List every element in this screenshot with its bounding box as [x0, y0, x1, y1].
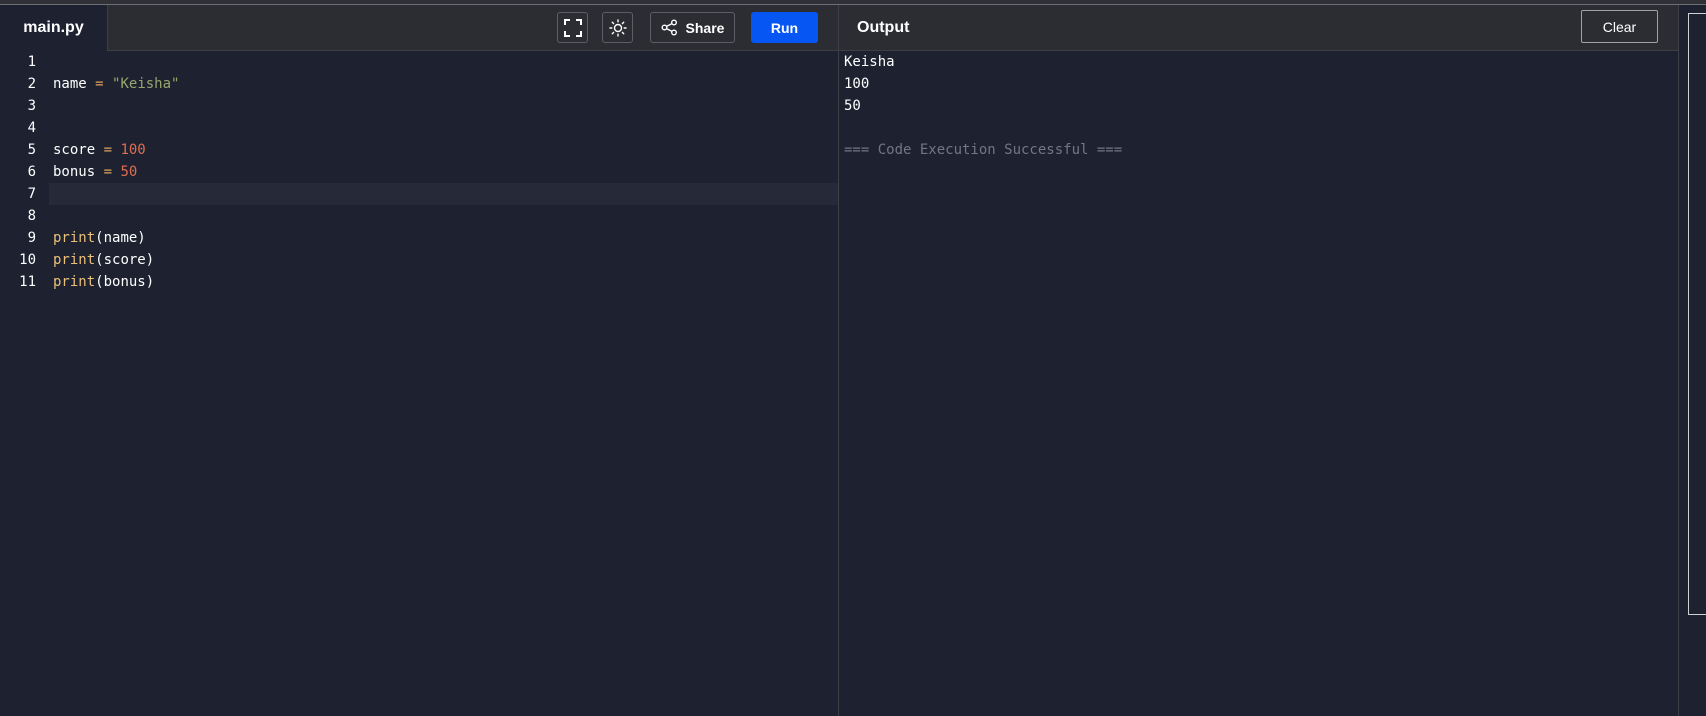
share-icon — [661, 19, 677, 36]
code-text: print(bonus) — [53, 271, 154, 293]
line-number: 3 — [27, 98, 36, 114]
code-token: 100 — [120, 142, 146, 158]
file-tab-main-py[interactable]: main.py — [0, 5, 108, 51]
output-toolbar: Output Clear — [839, 5, 1678, 51]
share-label: Share — [685, 19, 725, 36]
code-line[interactable]: 1 — [0, 51, 838, 73]
code-text: score = 100 — [53, 139, 146, 161]
code-text: bonus = 50 — [53, 161, 137, 183]
code-text: print(score) — [53, 249, 154, 271]
theme-toggle-button[interactable] — [602, 12, 633, 43]
line-number: 10 — [19, 252, 36, 268]
code-line[interactable]: 8 — [0, 205, 838, 227]
code-line[interactable]: 6 bonus = 50 — [0, 161, 838, 183]
code-line[interactable]: 5 score = 100 — [0, 139, 838, 161]
code-token: (name) — [95, 230, 146, 246]
code-text: print(name) — [53, 227, 146, 249]
output-line: Keisha — [844, 54, 895, 70]
line-number: 11 — [19, 274, 36, 290]
line-number: 2 — [27, 76, 36, 92]
code-token: = — [103, 142, 113, 158]
code-token: (bonus) — [95, 274, 155, 290]
code-line[interactable]: 10 print(score) — [0, 249, 838, 271]
compiler-workspace: main.py Share Run 1 2 name = "Keisha" 3 … — [0, 5, 1706, 716]
line-number: 7 — [27, 186, 36, 202]
line-number: 9 — [27, 230, 36, 246]
code-token: = — [95, 76, 104, 92]
fullscreen-button[interactable] — [557, 12, 588, 43]
run-button[interactable]: Run — [751, 12, 818, 43]
side-panel-frame — [1688, 13, 1706, 615]
line-number: 6 — [27, 164, 36, 180]
output-pane: Output Clear Keisha 100 50 === Code Executi… — [839, 5, 1678, 716]
code-token: print — [53, 230, 96, 246]
fullscreen-icon — [563, 18, 582, 37]
code-token: = — [103, 164, 113, 180]
output-line: 100 — [844, 76, 870, 92]
code-line[interactable]: 3 — [0, 95, 838, 117]
code-line[interactable]: 2 name = "Keisha" — [0, 73, 838, 95]
line-number: 5 — [27, 142, 36, 158]
output-console: Keisha 100 50 === Code Execution Successful… — [844, 51, 1122, 161]
code-token: print — [53, 252, 96, 268]
editor-toolbar: main.py Share Run — [0, 5, 838, 51]
code-line[interactable]: 4 — [0, 117, 838, 139]
code-line[interactable]: 9 print(name) — [0, 227, 838, 249]
code-token: "Keisha" — [112, 76, 180, 92]
sun-icon — [608, 18, 627, 37]
right-side-rail — [1678, 5, 1706, 716]
code-text: name = "Keisha" — [53, 73, 179, 95]
share-button[interactable]: Share — [650, 12, 735, 43]
line-number: 8 — [27, 208, 36, 224]
code-editor-pane: main.py Share Run 1 2 name = "Keisha" 3 … — [0, 5, 838, 716]
line-number: 4 — [27, 120, 36, 136]
code-line[interactable]: 7 — [28, 183, 838, 205]
code-token: name — [53, 76, 96, 92]
output-line: 50 — [844, 98, 861, 114]
code-token: (score) — [95, 252, 155, 268]
output-title: Output — [857, 19, 910, 36]
code-token: score — [53, 142, 104, 158]
execution-status: === Code Execution Successful === — [844, 142, 1123, 158]
code-line[interactable]: 11 print(bonus) — [0, 271, 838, 293]
clear-button[interactable]: Clear — [1581, 10, 1658, 43]
code-input-area[interactable]: 1 2 name = "Keisha" 3 4 5 score = 100 6 bonus = … — [0, 51, 838, 716]
line-number: 1 — [27, 54, 36, 70]
code-token: bonus — [53, 164, 104, 180]
code-token: 50 — [120, 164, 138, 180]
code-token: print — [53, 274, 96, 290]
